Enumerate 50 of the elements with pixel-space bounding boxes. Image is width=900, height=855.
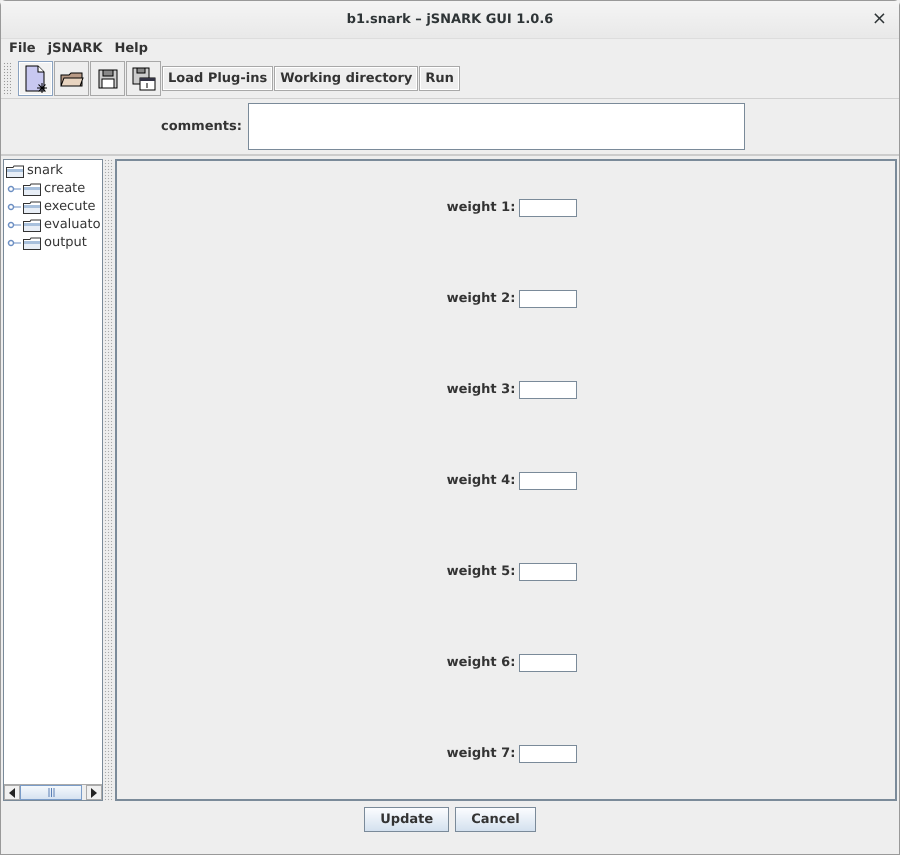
dialog-button[interactable]: Cancel [455,807,536,832]
menu-item[interactable]: jSNARK [42,39,108,59]
weight-field[interactable] [519,381,578,399]
folder-icon [23,182,41,196]
comments-field[interactable] [248,103,745,150]
tree-item[interactable]: evaluato [44,215,101,235]
folder-icon [6,164,24,178]
weight-label: weight 4: [446,472,516,490]
weight-label: weight 5: [446,563,516,582]
menu-item[interactable]: Help [108,39,154,59]
tree-item[interactable]: snark [27,161,63,181]
toolbar-button[interactable] [90,61,125,96]
toolbar-button[interactable] [126,61,161,96]
floppy-window-icon [132,66,156,90]
toolbar-button[interactable]: Working directory [274,66,418,91]
comments-label: comments: [161,118,242,136]
menu-item[interactable]: File [3,39,42,59]
weight-field[interactable] [519,745,578,763]
weight-label: weight 1: [446,199,516,218]
dialog-button[interactable]: Update [364,807,450,832]
weight-label: weight 6: [446,654,516,672]
toolbar-button[interactable] [18,61,53,96]
tree-item[interactable]: execute [44,197,96,217]
close-button[interactable]: × [870,9,889,29]
toolbar-button[interactable]: Run [419,66,460,91]
weight-field[interactable] [519,472,578,490]
folder-icon [23,200,41,214]
weight-label: weight 3: [446,381,516,400]
weight-field[interactable] [519,290,578,308]
document-icon [24,64,48,92]
weight-label: weight 7: [446,745,516,764]
window-title: b1.snark – jSNARK GUI 1.0.6 [346,10,554,29]
weight-field[interactable] [519,654,578,672]
weight-label: weight 2: [446,290,516,308]
toolbar-button[interactable] [54,61,89,96]
toolbar-button[interactable]: Load Plug-ins [162,66,274,91]
toolbar-grip[interactable] [3,62,11,96]
right-arrow-icon [91,788,97,798]
weight-field[interactable] [519,563,578,581]
tree-item[interactable]: create [44,179,86,199]
weight-field[interactable] [519,199,578,217]
scroll-thumb[interactable] [20,785,82,800]
scroll-right-button[interactable] [86,785,102,800]
folder-icon [23,236,41,250]
horizontal-scrollbar[interactable] [4,784,102,800]
folder-icon [60,70,84,88]
left-arrow-icon [9,788,15,798]
tree-item[interactable]: output [44,233,87,253]
scroll-left-button[interactable] [4,785,20,800]
folder-icon [23,218,41,232]
